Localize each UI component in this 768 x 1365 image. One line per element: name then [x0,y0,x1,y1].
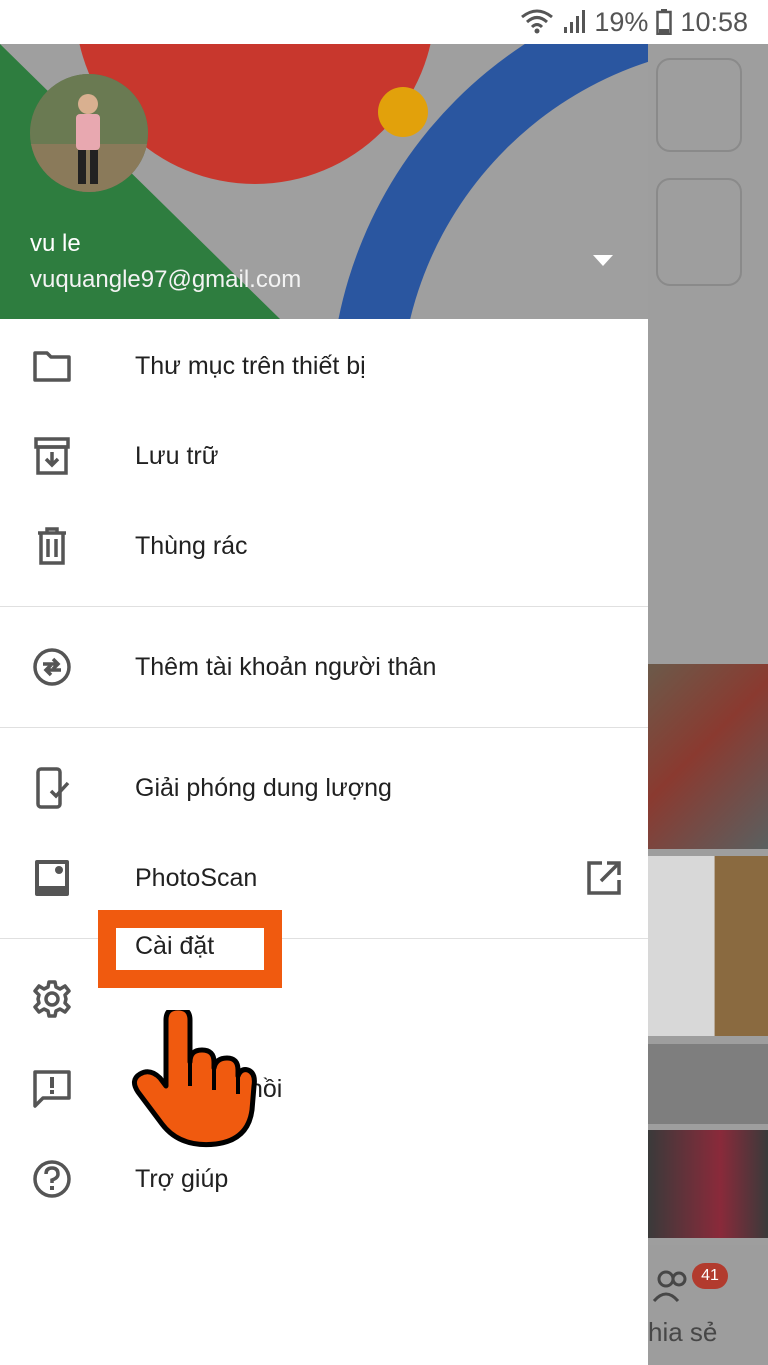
menu-item-device-folders[interactable]: Thư mục trên thiết bị [0,321,648,411]
wifi-icon [520,9,554,35]
menu-item-free-up-space[interactable]: Giải phóng dung lượng [0,743,648,833]
background-app-scrim[interactable]: 41 hia sẻ [648,44,768,1365]
menu-item-archive[interactable]: Lưu trữ [0,411,648,501]
sharing-tab-label: hia sẻ [648,1317,718,1347]
settings-label: Cài đặt [135,932,215,960]
phone-check-icon [30,766,74,810]
battery-percent: 19% [594,6,649,37]
background-photo [648,1130,768,1238]
menu-item-feedback[interactable]: hồi [0,1044,648,1134]
menu-label: Thư mục trên thiết bị [135,351,366,380]
menu-item-help[interactable]: Trợ giúp [0,1134,648,1224]
gear-icon [30,977,74,1021]
background-card [656,58,742,152]
drawer-menu: Thư mục trên thiết bị Lưu trữ Thùng rác … [0,319,648,1224]
open-external-icon[interactable] [584,858,624,898]
avatar[interactable] [30,74,148,192]
menu-label: Trợ giúp [135,1164,229,1193]
menu-label: PhotoScan [135,863,258,892]
account-email: vuquangle97@gmail.com [30,266,302,293]
background-photo [648,1044,768,1124]
help-icon [30,1157,74,1201]
status-bar: 19% 10:58 [0,0,768,44]
menu-item-trash[interactable]: Thùng rác [0,501,648,591]
background-card [656,178,742,286]
menu-label: Giải phóng dung lượng [135,773,392,802]
menu-label: Thùng rác [135,531,248,560]
archive-icon [30,434,74,478]
caret-down-icon [593,254,613,272]
menu-item-partner-sharing[interactable]: Thêm tài khoản người thân [0,622,648,712]
drawer-header: vu le vuquangle97@gmail.com [0,44,648,319]
feedback-icon [30,1067,74,1111]
menu-label: Lưu trữ [135,441,219,470]
clock: 10:58 [680,6,748,37]
account-name: vu le [30,230,81,257]
background-photo [648,856,768,1036]
battery-icon [656,9,673,35]
folder-icon [30,344,74,388]
notification-badge: 41 [692,1263,728,1289]
navigation-drawer: vu le vuquangle97@gmail.com Thư mục trên… [0,44,648,1365]
trash-icon [30,524,74,568]
divider [0,606,648,607]
people-icon [652,1269,692,1310]
photoscan-icon [30,856,74,900]
pointing-hand-icon [132,1010,257,1148]
menu-label: Thêm tài khoản người thân [135,652,437,681]
divider [0,727,648,728]
account-switcher-toggle[interactable] [588,251,618,275]
background-photo [648,664,768,849]
partner-sharing-icon [30,645,74,689]
background-bottom-nav: 41 hia sẻ [648,1245,768,1365]
signal-icon [562,9,586,35]
